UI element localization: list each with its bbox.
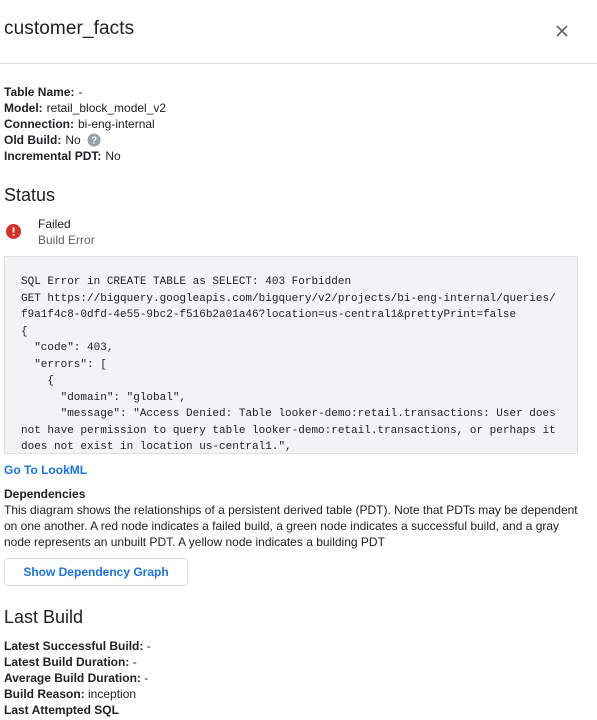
latest-successful-build-value: - <box>146 639 151 653</box>
incremental-pdt-label: Incremental PDT: <box>4 149 102 163</box>
incremental-pdt-value: No <box>105 149 121 163</box>
average-build-duration-row: Average Build Duration: - <box>4 670 151 686</box>
show-dependency-graph-button[interactable]: Show Dependency Graph <box>4 558 188 586</box>
connection-label: Connection: <box>4 117 74 131</box>
help-icon[interactable]: ? <box>87 133 101 147</box>
table-name-value: - <box>78 85 83 99</box>
status-state: Failed <box>38 217 71 231</box>
connection-row: Connection: bi-eng-internal <box>4 116 166 132</box>
latest-build-duration-label: Latest Build Duration: <box>4 655 130 669</box>
dialog-title: customer_facts <box>4 18 135 39</box>
table-name-row: Table Name: - <box>4 84 166 100</box>
dependencies-description: This diagram shows the relationships of … <box>4 503 578 549</box>
latest-successful-build-label: Latest Successful Build: <box>4 639 144 653</box>
dependencies-title: Dependencies <box>4 487 86 501</box>
go-to-lookml-link[interactable]: Go To LookML <box>4 463 87 477</box>
build-reason-value: inception <box>88 687 137 701</box>
build-reason-row: Build Reason: inception <box>4 686 151 702</box>
last-attempted-sql-label: Last Attempted SQL <box>4 703 119 717</box>
error-log[interactable]: SQL Error in CREATE TABLE as SELECT: 403… <box>4 256 578 454</box>
last-build-info: Latest Successful Build: - Latest Build … <box>4 638 151 718</box>
incremental-pdt-row: Incremental PDT: No <box>4 148 166 164</box>
model-label: Model: <box>4 101 43 115</box>
model-value: retail_block_model_v2 <box>46 101 167 115</box>
average-build-duration-label: Average Build Duration: <box>4 671 141 685</box>
average-build-duration-value: - <box>144 671 149 685</box>
status-detail: Build Error <box>38 233 95 247</box>
model-row: Model: retail_block_model_v2 <box>4 100 166 116</box>
latest-successful-build-row: Latest Successful Build: - <box>4 638 151 654</box>
error-log-text: SQL Error in CREATE TABLE as SELECT: 403… <box>21 276 556 453</box>
connection-value: bi-eng-internal <box>78 117 155 131</box>
status-heading: Status <box>4 185 56 205</box>
latest-build-duration-row: Latest Build Duration: - <box>4 654 151 670</box>
close-icon <box>556 25 568 37</box>
old-build-row: Old Build: No ? <box>4 132 166 148</box>
error-icon <box>6 224 21 244</box>
last-build-heading: Last Build <box>4 607 84 627</box>
old-build-value: No <box>65 133 81 147</box>
table-name-label: Table Name: <box>4 85 75 99</box>
status-indicator: Failed Build Error <box>4 216 584 250</box>
table-info: Table Name: - Model: retail_block_model_… <box>4 84 166 164</box>
close-button[interactable] <box>552 21 572 41</box>
latest-build-duration-value: - <box>132 655 137 669</box>
last-attempted-sql-row: Last Attempted SQL <box>4 702 151 718</box>
build-reason-label: Build Reason: <box>4 687 85 701</box>
old-build-label: Old Build: <box>4 133 62 147</box>
svg-text:?: ? <box>91 136 97 147</box>
dialog-header: customer_facts <box>0 0 597 64</box>
